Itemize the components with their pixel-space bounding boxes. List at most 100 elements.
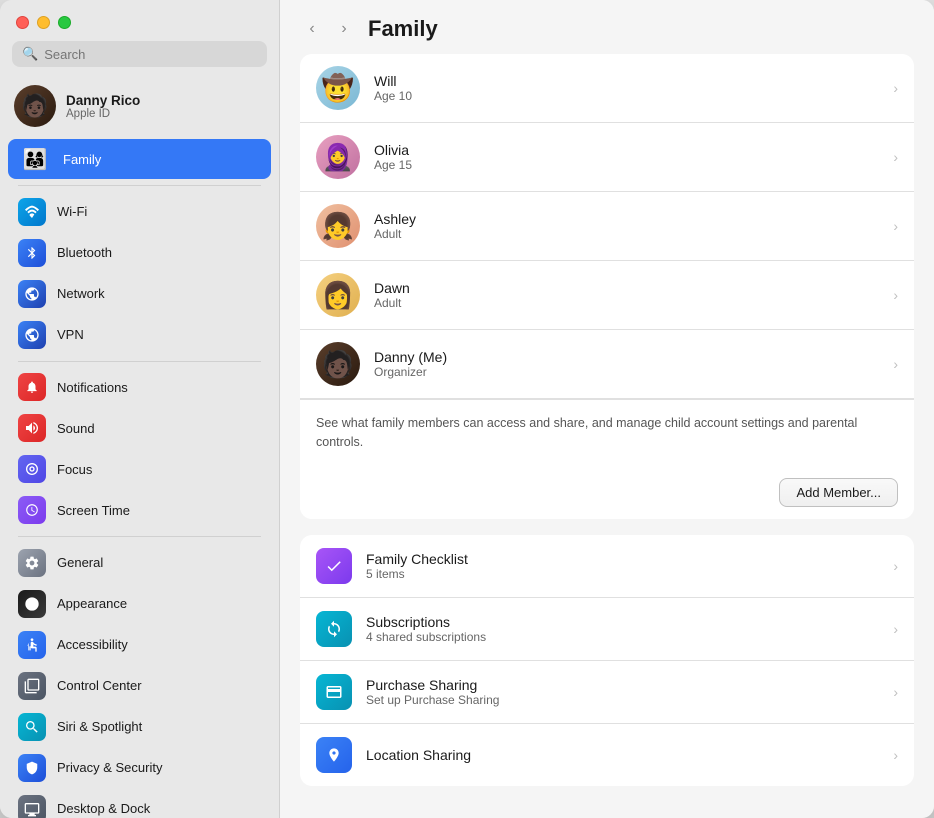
- member-role-will: Age 10: [374, 89, 879, 103]
- member-avatar-will: 🤠: [316, 66, 360, 110]
- sidebar-item-label-vpn: VPN: [57, 327, 84, 342]
- member-name-ashley: Ashley: [374, 211, 879, 227]
- feature-row-location[interactable]: Location Sharing ›: [300, 724, 914, 786]
- wifi-icon: [18, 198, 46, 226]
- member-name-dawn: Dawn: [374, 280, 879, 296]
- sidebar-item-accessibility[interactable]: Accessibility: [8, 625, 271, 665]
- member-info-dawn: Dawn Adult: [374, 280, 879, 310]
- checklist-icon: [316, 548, 352, 584]
- purchase-icon: [316, 674, 352, 710]
- chevron-right-location: ›: [893, 747, 898, 763]
- sidebar-item-focus[interactable]: Focus: [8, 449, 271, 489]
- chevron-right-will: ›: [893, 80, 898, 96]
- back-button[interactable]: ‹: [300, 17, 324, 41]
- sidebar-item-label-privacy: Privacy & Security: [57, 760, 162, 775]
- feature-row-checklist[interactable]: Family Checklist 5 items ›: [300, 535, 914, 598]
- sidebar-item-family[interactable]: 👨‍👩‍👧 Family: [8, 139, 271, 179]
- sidebar-item-sound[interactable]: Sound: [8, 408, 271, 448]
- sidebar-item-siri[interactable]: Siri & Spotlight: [8, 707, 271, 747]
- member-info-danny: Danny (Me) Organizer: [374, 349, 879, 379]
- feature-row-purchase[interactable]: Purchase Sharing Set up Purchase Sharing…: [300, 661, 914, 724]
- feature-row-subscriptions[interactable]: Subscriptions 4 shared subscriptions ›: [300, 598, 914, 661]
- search-input[interactable]: [44, 47, 257, 62]
- sidebar-item-notifications[interactable]: Notifications: [8, 367, 271, 407]
- checklist-info: Family Checklist 5 items: [366, 551, 879, 581]
- forward-button[interactable]: ›: [332, 17, 356, 41]
- member-row-ashley[interactable]: 👧 Ashley Adult ›: [300, 192, 914, 261]
- purchase-name: Purchase Sharing: [366, 677, 879, 693]
- chevron-right-olivia: ›: [893, 149, 898, 165]
- sidebar-item-network[interactable]: Network: [8, 274, 271, 314]
- subscriptions-sub: 4 shared subscriptions: [366, 630, 879, 644]
- sidebar-item-label-accessibility: Accessibility: [57, 637, 128, 652]
- sidebar-item-label-controlcenter: Control Center: [57, 678, 142, 693]
- sidebar-item-general[interactable]: General: [8, 543, 271, 583]
- member-info-will: Will Age 10: [374, 73, 879, 103]
- sidebar-item-label-family: Family: [63, 152, 101, 167]
- general-icon: [18, 549, 46, 577]
- member-name-will: Will: [374, 73, 879, 89]
- member-row-dawn[interactable]: 👩 Dawn Adult ›: [300, 261, 914, 330]
- bluetooth-icon: [18, 239, 46, 267]
- member-row-danny[interactable]: 🧑🏿 Danny (Me) Organizer ›: [300, 330, 914, 399]
- member-role-ashley: Adult: [374, 227, 879, 241]
- sidebar-item-label-notifications: Notifications: [57, 380, 128, 395]
- sidebar-item-controlcenter[interactable]: Control Center: [8, 666, 271, 706]
- maximize-button[interactable]: [58, 16, 71, 29]
- checklist-name: Family Checklist: [366, 551, 879, 567]
- divider-3: [18, 536, 261, 537]
- sidebar-item-appearance[interactable]: Appearance: [8, 584, 271, 624]
- user-profile[interactable]: 🧑🏿 Danny Rico Apple ID: [0, 77, 279, 135]
- member-info-ashley: Ashley Adult: [374, 211, 879, 241]
- chevron-right-danny: ›: [893, 356, 898, 372]
- sidebar-item-wifi[interactable]: Wi-Fi: [8, 192, 271, 232]
- sidebar-item-label-appearance: Appearance: [57, 596, 127, 611]
- avatar: 🧑🏿: [14, 85, 56, 127]
- subscriptions-info: Subscriptions 4 shared subscriptions: [366, 614, 879, 644]
- desktop-icon: [18, 795, 46, 818]
- sidebar-item-bluetooth[interactable]: Bluetooth: [8, 233, 271, 273]
- search-bar[interactable]: 🔍: [12, 41, 267, 67]
- sidebar-items-list: 👨‍👩‍👧 Family Wi-Fi B: [0, 139, 279, 818]
- main-content: ‹ › Family 🤠 Will Age 10 › 🧕: [280, 0, 934, 818]
- add-member-row: Add Member...: [300, 466, 914, 519]
- purchase-sub: Set up Purchase Sharing: [366, 693, 879, 707]
- vpn-icon: [18, 321, 46, 349]
- minimize-button[interactable]: [37, 16, 50, 29]
- sidebar-item-label-sound: Sound: [57, 421, 95, 436]
- chevron-right-checklist: ›: [893, 558, 898, 574]
- content-area: 🤠 Will Age 10 › 🧕 Olivia Age 15 ›: [280, 54, 934, 818]
- sidebar-item-privacy[interactable]: Privacy & Security: [8, 748, 271, 788]
- member-avatar-dawn: 👩: [316, 273, 360, 317]
- member-row-olivia[interactable]: 🧕 Olivia Age 15 ›: [300, 123, 914, 192]
- chevron-right-ashley: ›: [893, 218, 898, 234]
- chevron-right-subscriptions: ›: [893, 621, 898, 637]
- member-name-olivia: Olivia: [374, 142, 879, 158]
- user-name: Danny Rico: [66, 93, 140, 108]
- member-row-will[interactable]: 🤠 Will Age 10 ›: [300, 54, 914, 123]
- sidebar-item-label-wifi: Wi-Fi: [57, 204, 87, 219]
- member-avatar-olivia: 🧕: [316, 135, 360, 179]
- system-settings-window: 🔍 🧑🏿 Danny Rico Apple ID 👨‍👩‍👧 Family: [0, 0, 934, 818]
- sidebar: 🔍 🧑🏿 Danny Rico Apple ID 👨‍👩‍👧 Family: [0, 0, 280, 818]
- member-role-danny: Organizer: [374, 365, 879, 379]
- page-title: Family: [368, 16, 438, 42]
- sidebar-item-label-desktop: Desktop & Dock: [57, 801, 150, 816]
- sidebar-item-desktop[interactable]: Desktop & Dock: [8, 789, 271, 818]
- divider-1: [18, 185, 261, 186]
- features-card: Family Checklist 5 items › Subscriptions…: [300, 535, 914, 786]
- focus-icon: [18, 455, 46, 483]
- accessibility-icon: [18, 631, 46, 659]
- privacy-icon: [18, 754, 46, 782]
- member-role-olivia: Age 15: [374, 158, 879, 172]
- close-button[interactable]: [16, 16, 29, 29]
- member-name-danny: Danny (Me): [374, 349, 879, 365]
- sidebar-item-vpn[interactable]: VPN: [8, 315, 271, 355]
- sidebar-item-label-general: General: [57, 555, 103, 570]
- user-subtitle: Apple ID: [66, 108, 140, 120]
- sidebar-item-screentime[interactable]: Screen Time: [8, 490, 271, 530]
- sidebar-item-label-bluetooth: Bluetooth: [57, 245, 112, 260]
- siri-icon: [18, 713, 46, 741]
- sidebar-item-label-focus: Focus: [57, 462, 92, 477]
- add-member-button[interactable]: Add Member...: [779, 478, 898, 507]
